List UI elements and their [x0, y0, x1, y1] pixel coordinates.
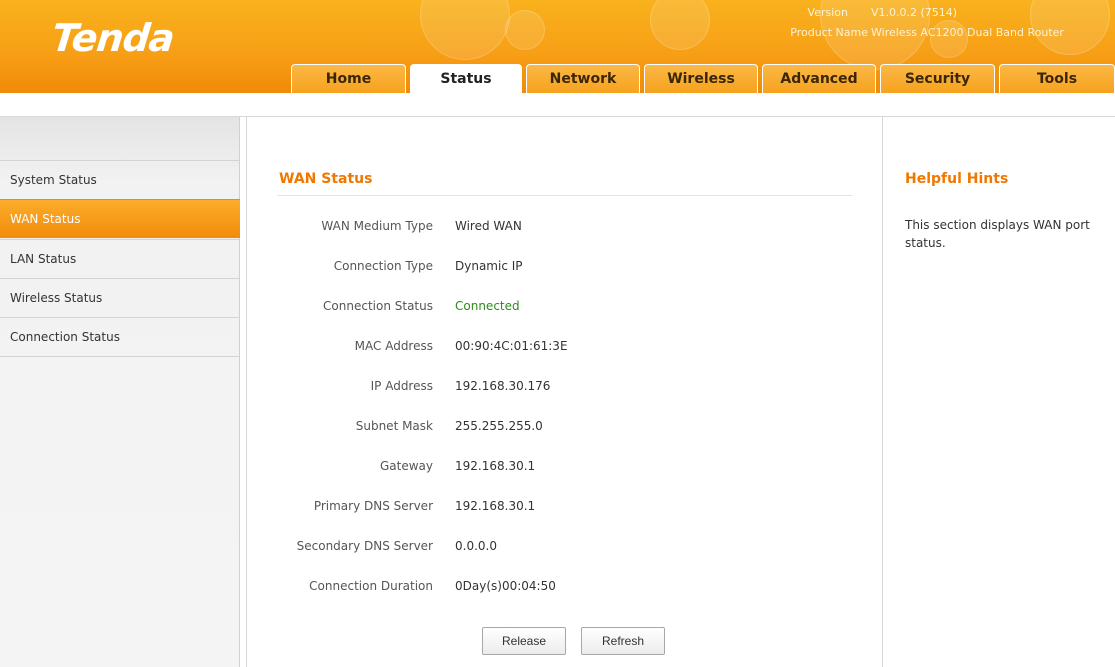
product-name-value: Wireless AC1200 Dual Band Router [871, 26, 1064, 39]
main-panel: WAN Status WAN Medium Type Wired WAN Con… [246, 117, 882, 667]
release-button[interactable]: Release [482, 627, 566, 655]
page-title: WAN Status [279, 171, 373, 187]
connection-type-label: Connection Type [333, 259, 433, 273]
subnet-mask-value: 255.255.255.0 [455, 419, 543, 433]
sub-bar [0, 93, 1115, 117]
hints-panel: Helpful Hints This section displays WAN … [882, 117, 1115, 667]
connection-type-value: Dynamic IP [455, 259, 523, 273]
primary-dns-label: Primary DNS Server [313, 499, 433, 513]
sidebar: System Status WAN Status LAN Status Wire… [0, 117, 240, 667]
version-value: V1.0.0.2 (7514) [871, 6, 958, 19]
tab-home[interactable]: Home [291, 64, 406, 93]
sidebar-item-connection-status[interactable]: Connection Status [0, 317, 240, 356]
sidebar-item-wireless-status[interactable]: Wireless Status [0, 278, 240, 317]
connection-status-value: Connected [455, 299, 520, 313]
tab-tools[interactable]: Tools [999, 64, 1115, 93]
mac-address-label: MAC Address [354, 339, 433, 353]
sidebar-item-lan-status[interactable]: LAN Status [0, 239, 240, 278]
decor-bubble [505, 10, 545, 50]
sidebar-item-system-status[interactable]: System Status [0, 160, 240, 199]
secondary-dns-label: Secondary DNS Server [296, 539, 433, 553]
top-header: Tenda Version V1.0.0.2 (7514) Product Na… [0, 0, 1115, 93]
sidebar-item-wan-status[interactable]: WAN Status [0, 199, 240, 238]
sidebar-divider [0, 356, 240, 357]
gateway-value: 192.168.30.1 [455, 459, 536, 473]
primary-dns-value: 192.168.30.1 [455, 499, 536, 513]
gateway-label: Gateway [379, 459, 433, 473]
connection-status-label: Connection Status [323, 299, 433, 313]
secondary-dns-value: 0.0.0.0 [455, 539, 497, 553]
hints-text: This section displays WAN port status. [905, 218, 1090, 250]
ip-address-value: 192.168.30.176 [455, 379, 551, 393]
product-name-label: Product Name [790, 26, 868, 39]
version-label: Version [807, 6, 848, 19]
connection-duration-label: Connection Duration [309, 579, 433, 593]
tab-advanced[interactable]: Advanced [762, 64, 876, 93]
main-nav: Home Status Network Wireless Advanced Se… [0, 64, 1115, 93]
hints-title: Helpful Hints [905, 171, 1009, 187]
decor-bubble [650, 0, 710, 50]
ip-address-label: IP Address [370, 379, 433, 393]
subnet-mask-label: Subnet Mask [355, 419, 433, 433]
tab-status[interactable]: Status [410, 64, 522, 93]
wan-medium-type-label: WAN Medium Type [321, 219, 433, 233]
decor-bubble [420, 0, 510, 60]
refresh-button[interactable]: Refresh [581, 627, 665, 655]
tab-network[interactable]: Network [526, 64, 640, 93]
connection-duration-value: 0Day(s)00:04:50 [455, 579, 556, 593]
wan-medium-type-value: Wired WAN [455, 219, 522, 233]
tab-wireless[interactable]: Wireless [644, 64, 758, 93]
title-divider [277, 195, 852, 196]
mac-address-value: 00:90:4C:01:61:3E [455, 339, 568, 353]
tenda-logo: Tenda [49, 16, 177, 60]
tab-security[interactable]: Security [880, 64, 995, 93]
